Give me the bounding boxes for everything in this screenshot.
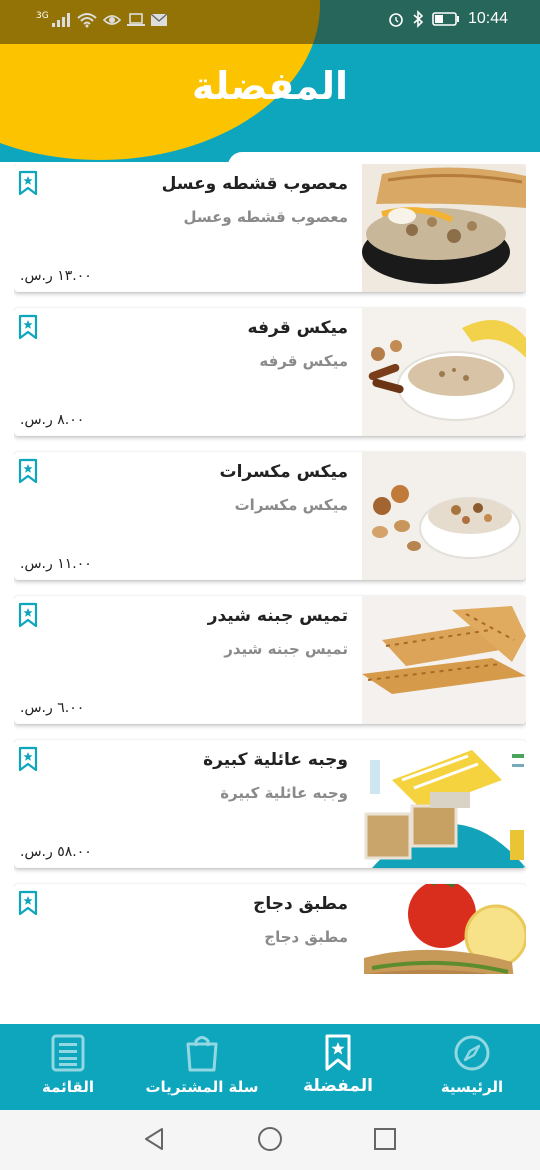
network-type-label: 3G: [36, 11, 49, 21]
nav-label-cart: سلة المشتريات: [145, 1078, 259, 1096]
favorite-item-card[interactable]: تميس جبنه شيدر تميس جبنه شيدر ٦.٠٠ ر.س.: [14, 596, 526, 724]
item-name: ميكس مكسرات: [219, 462, 349, 482]
bookmark-star-icon[interactable]: [18, 890, 38, 916]
favorite-item-card[interactable]: وجبه عائلية كبيرة وجبه عائلية كبيرة ٥٨.٠…: [14, 740, 526, 868]
product-image[interactable]: [362, 740, 526, 868]
shopping-bag-icon: [186, 1036, 218, 1072]
item-name: معصوب قشطه وعسل: [161, 174, 348, 194]
item-price: ٨.٠٠ ر.س.: [20, 412, 85, 428]
bookmark-star-icon[interactable]: [18, 458, 38, 484]
item-price: ١٣.٠٠ ر.س.: [20, 268, 92, 284]
favorite-item-card[interactable]: مطبق دجاج مطبق دجاج: [14, 884, 526, 974]
item-name: وجبه عائلية كبيرة: [203, 750, 348, 770]
home-icon[interactable]: [257, 1126, 283, 1152]
product-image[interactable]: [362, 308, 526, 436]
back-icon[interactable]: [142, 1126, 166, 1152]
recent-apps-icon[interactable]: [373, 1126, 397, 1152]
bottom-nav: القائمة سلة المشتريات المفضلة الرئيسية: [0, 1024, 540, 1110]
bookmark-star-icon: [325, 1034, 351, 1071]
alarm-icon: [389, 13, 403, 27]
laptop-icon: [126, 13, 145, 26]
bookmark-star-icon[interactable]: [18, 314, 38, 340]
favorite-item-card[interactable]: ميكس مكسرات ميكس مكسرات ١١.٠٠ ر.س.: [14, 452, 526, 580]
nav-item-home[interactable]: الرئيسية: [426, 1024, 518, 1110]
status-bar: 3G 10:44: [0, 0, 540, 44]
bluetooth-icon: [413, 10, 424, 28]
menu-list-icon: [51, 1034, 85, 1072]
header: 3G 10:44 المفضلة: [0, 0, 540, 162]
product-image[interactable]: [362, 596, 526, 724]
clock-time: 10:44: [467, 10, 508, 27]
item-description: وجبه عائلية كبيرة: [220, 784, 348, 802]
nav-item-cart[interactable]: سلة المشتريات: [134, 1024, 270, 1110]
item-description: ميكس مكسرات: [234, 496, 348, 514]
item-description: تميس جبنه شيدر: [224, 640, 348, 658]
item-price: ٥٨.٠٠ ر.س.: [20, 844, 92, 860]
eye-icon: [102, 15, 121, 25]
item-name: تميس جبنه شيدر: [207, 606, 348, 626]
favorite-item-card[interactable]: ميكس قرفه ميكس قرفه ٨.٠٠ ر.س.: [14, 308, 526, 436]
compass-icon: [454, 1035, 490, 1071]
item-price: ٦.٠٠ ر.س.: [20, 700, 85, 716]
mail-icon: [150, 13, 167, 26]
favorites-list[interactable]: معصوب قشطه وعسل معصوب قشطه وعسل ١٣.٠٠ ر.…: [14, 164, 526, 974]
product-image[interactable]: [362, 164, 526, 292]
battery-icon: [432, 12, 459, 26]
item-description: معصوب قشطه وعسل: [183, 208, 348, 226]
bookmark-star-icon[interactable]: [18, 746, 38, 772]
nav-label-favorites: المفضلة: [303, 1076, 373, 1096]
item-price: ١١.٠٠ ر.س.: [20, 556, 92, 572]
favorite-item-card[interactable]: معصوب قشطه وعسل معصوب قشطه وعسل ١٣.٠٠ ر.…: [14, 164, 526, 292]
item-description: مطبق دجاج: [264, 928, 348, 946]
bookmark-star-icon[interactable]: [18, 602, 38, 628]
nav-label-menu: القائمة: [42, 1078, 94, 1096]
nav-item-menu[interactable]: القائمة: [14, 1024, 122, 1110]
signal-icon: [51, 13, 70, 27]
page-title: المفضلة: [191, 64, 349, 108]
item-description: ميكس قرفه: [259, 352, 348, 370]
wifi-icon: [77, 13, 97, 28]
item-name: مطبق دجاج: [253, 894, 348, 914]
system-nav-bar: [0, 1110, 540, 1170]
item-name: ميكس قرفه: [247, 318, 348, 338]
nav-label-home: الرئيسية: [440, 1078, 504, 1096]
bookmark-star-icon[interactable]: [18, 170, 38, 196]
product-image[interactable]: [362, 452, 526, 580]
nav-item-favorites[interactable]: المفضلة: [286, 1024, 390, 1110]
product-image[interactable]: [362, 884, 526, 974]
